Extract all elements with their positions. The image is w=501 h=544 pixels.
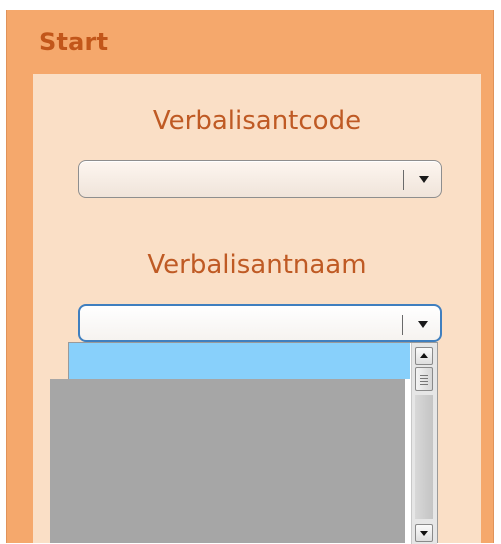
chevron-down-icon[interactable] xyxy=(418,321,428,328)
verbalisantcode-select[interactable] xyxy=(78,160,442,198)
scroll-down-button[interactable] xyxy=(415,524,433,542)
verbalisantcode-label: Verbalisantcode xyxy=(152,106,362,136)
arrow-down-icon xyxy=(420,531,428,536)
panel-title: Start xyxy=(39,28,109,56)
grip-line xyxy=(420,375,428,376)
grip-line xyxy=(420,378,428,379)
verbalisantnaam-select[interactable] xyxy=(78,304,442,342)
chevron-down-icon[interactable] xyxy=(419,176,429,183)
scroll-up-button[interactable] xyxy=(415,347,433,365)
select-divider xyxy=(402,315,403,335)
arrow-up-icon xyxy=(420,353,428,358)
redacted-area xyxy=(50,379,405,543)
grip-line xyxy=(420,381,428,382)
verbalisantnaam-label: Verbalisantnaam xyxy=(147,250,367,280)
grip-line xyxy=(420,384,428,385)
scroll-track[interactable] xyxy=(415,395,433,519)
scroll-thumb[interactable] xyxy=(415,367,433,391)
select-divider xyxy=(403,170,404,190)
dropdown-scrollbar[interactable] xyxy=(411,343,437,544)
highlighted-option[interactable] xyxy=(69,343,410,379)
